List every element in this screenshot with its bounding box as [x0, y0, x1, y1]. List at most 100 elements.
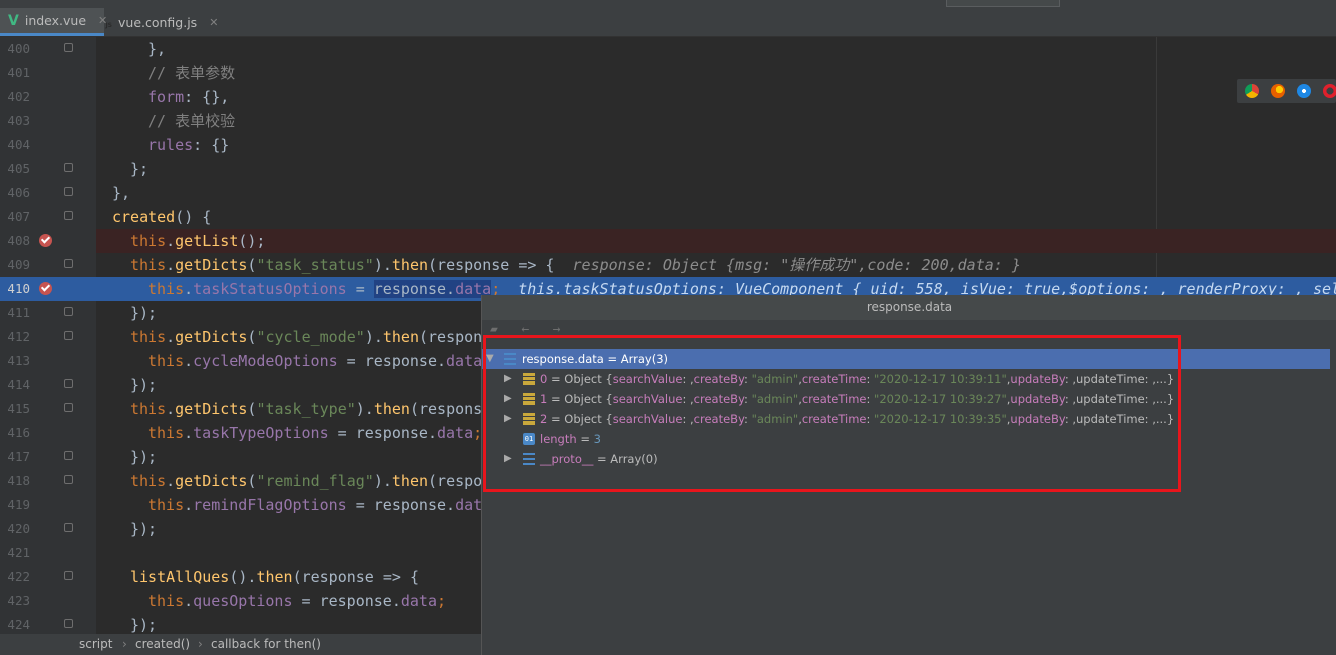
code-token: then — [373, 400, 410, 418]
breakpoint-icon[interactable] — [39, 282, 52, 295]
fold-icon[interactable] — [64, 523, 73, 532]
fold-icon[interactable] — [64, 619, 73, 628]
code-token: then — [256, 568, 293, 586]
fold-icon[interactable] — [64, 43, 73, 52]
fold-icon[interactable] — [64, 307, 73, 316]
gutter-line: 413 — [0, 349, 96, 373]
code-token: data — [437, 424, 474, 442]
line-number: 422 — [7, 569, 30, 584]
code-token: this — [130, 328, 167, 346]
code-token: }); — [130, 616, 158, 634]
gutter-line: 401 — [0, 61, 96, 85]
code-token: (); — [238, 232, 266, 250]
fold-icon[interactable] — [64, 403, 73, 412]
gutter-line: 417 — [0, 445, 96, 469]
gutter-line: 420 — [0, 517, 96, 541]
code-token: quesOptions — [193, 592, 293, 610]
code-token: then — [391, 472, 429, 490]
gutter-line: 407 — [0, 205, 96, 229]
code-token: : {} — [193, 136, 230, 154]
code-token: }); — [130, 376, 158, 394]
opera-icon[interactable] — [1323, 84, 1336, 98]
gutter-line: 415 — [0, 397, 96, 421]
fold-icon[interactable] — [64, 187, 73, 196]
code-token: this — [130, 400, 167, 418]
code-token: data — [400, 592, 437, 610]
gutter-line: 403 — [0, 109, 96, 133]
code-line: }, — [96, 181, 1336, 205]
line-number: 401 — [7, 65, 30, 80]
editor-tab-bar: V index.vue ✕ vue.config.js ✕ — [0, 0, 1336, 37]
gutter-line: 409 — [0, 253, 96, 277]
code-line: }; — [96, 157, 1336, 181]
fold-icon[interactable] — [64, 259, 73, 268]
editor-gutter: 400 401 402 403 404 405 406 407 408 409 … — [0, 37, 96, 634]
code-line-breakpoint: this.getList(); — [96, 229, 1336, 253]
fold-icon[interactable] — [64, 379, 73, 388]
fold-icon[interactable] — [64, 163, 73, 172]
gutter-line: 419 — [0, 493, 96, 517]
gutter-line: 412 — [0, 325, 96, 349]
breadcrumb-item[interactable]: callback for then() — [211, 634, 321, 655]
inline-debug-value[interactable]: response: Object {msg: "操作成功",code: 200,… — [573, 256, 1021, 274]
code-token: data — [446, 352, 483, 370]
code-token: }); — [130, 520, 158, 538]
code-token: () { — [175, 208, 212, 226]
firefox-icon[interactable] — [1271, 84, 1285, 98]
gutter-line: 402 — [0, 85, 96, 109]
code-token: (respons — [409, 400, 483, 418]
gutter-line: 405 — [0, 157, 96, 181]
fold-icon[interactable] — [64, 571, 73, 580]
breadcrumb-item[interactable]: script — [79, 634, 112, 655]
code-token: (respon — [419, 328, 483, 346]
run-config-selector[interactable] — [946, 0, 1060, 7]
code-string: "cycle_mode" — [256, 328, 365, 346]
code-token: getDicts — [175, 328, 248, 346]
code-token: this — [130, 472, 167, 490]
code-token: = response. — [337, 352, 447, 370]
line-number: 405 — [7, 161, 30, 176]
code-string: "task_status" — [256, 256, 374, 274]
code-token: = response. — [292, 592, 401, 610]
tab-index-vue[interactable]: V index.vue ✕ — [0, 8, 107, 36]
line-number: 421 — [7, 545, 30, 560]
gutter-line: 406 — [0, 181, 96, 205]
code-line: rules: {} — [96, 133, 1336, 157]
breadcrumb-item[interactable]: created() — [135, 634, 190, 655]
selected-expression[interactable]: response.data — [373, 280, 492, 298]
gutter-line: 408 — [0, 229, 96, 253]
code-token: response. — [373, 280, 456, 298]
code-token: dat — [455, 496, 483, 514]
code-line: this.getDicts("task_status").then(respon… — [130, 256, 1021, 274]
code-token: (respo — [428, 472, 483, 490]
line-number: 400 — [7, 41, 30, 56]
tab-label: vue.config.js — [118, 14, 198, 30]
code-token: listAllQues — [130, 568, 230, 586]
code-token: remindFlagOptions — [193, 496, 347, 514]
fold-icon[interactable] — [64, 331, 73, 340]
breadcrumb-separator-icon: › — [198, 637, 203, 651]
safari-icon[interactable] — [1297, 84, 1311, 98]
chrome-icon[interactable] — [1245, 84, 1259, 98]
code-comment: // 表单参数 — [148, 64, 236, 82]
code-line: created() { — [96, 205, 1336, 229]
code-token: = response. — [328, 424, 437, 442]
code-comment: // 表单校验 — [148, 112, 236, 130]
vue-file-icon: V — [8, 12, 19, 29]
line-number: 409 — [7, 257, 30, 272]
line-number: 416 — [7, 425, 30, 440]
line-number: 402 — [7, 89, 30, 104]
tab-vue-config-js[interactable]: vue.config.js ✕ — [104, 8, 226, 36]
code-token: = response. — [346, 496, 456, 514]
code-line: // 表单校验 — [96, 109, 1336, 133]
fold-icon[interactable] — [64, 451, 73, 460]
code-token: }); — [130, 304, 158, 322]
code-line: form: {}, — [96, 85, 1336, 109]
annotation-highlight-box — [483, 335, 1181, 492]
breakpoint-icon[interactable] — [39, 234, 52, 247]
close-tab-icon[interactable]: ✕ — [209, 16, 218, 29]
fold-icon[interactable] — [64, 475, 73, 484]
popup-title: response.data — [482, 295, 1336, 320]
fold-icon[interactable] — [64, 211, 73, 220]
code-token: : {}, — [184, 88, 230, 106]
